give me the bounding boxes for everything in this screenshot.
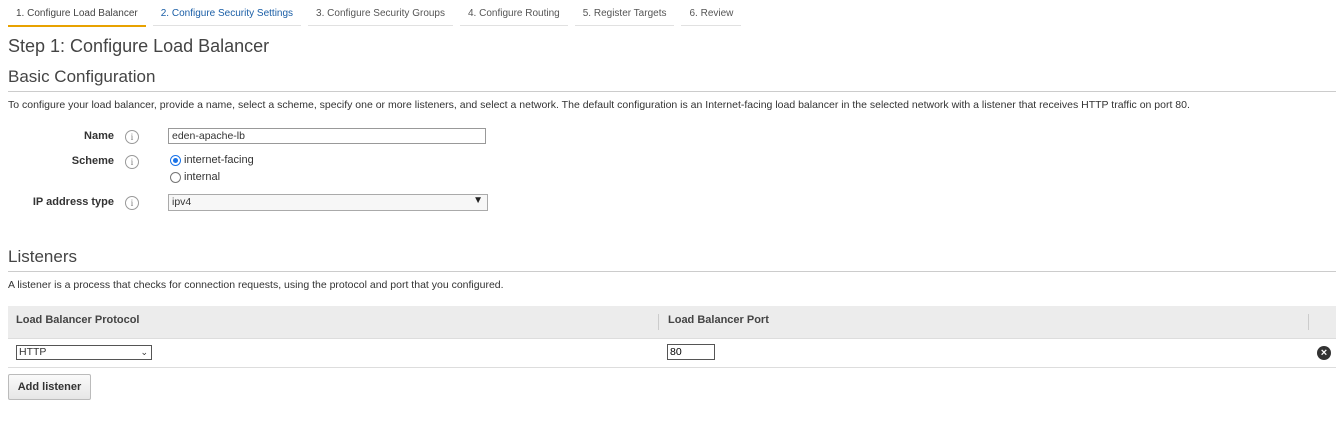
table-row: HTTP ⌄ × (8, 339, 1336, 368)
radio-label: internal (184, 171, 221, 183)
listeners-heading: Listeners (8, 247, 77, 266)
select-value: HTTP (19, 346, 47, 358)
listeners-table-header: Load Balancer Protocol Load Balancer Por… (8, 306, 1336, 339)
ip-address-type-select[interactable]: ipv4 ▼ (168, 194, 488, 211)
wizard-tabs: 1. Configure Load Balancer 2. Configure … (8, 0, 748, 27)
tab-configure-security-settings[interactable]: 2. Configure Security Settings (152, 0, 302, 26)
scheme-option-internal[interactable]: internal (170, 171, 220, 183)
info-icon[interactable]: i (125, 130, 139, 144)
name-input[interactable] (168, 128, 486, 144)
tab-configure-security-groups[interactable]: 3. Configure Security Groups (308, 0, 453, 26)
tab-review[interactable]: 6. Review (681, 0, 742, 26)
tab-configure-routing[interactable]: 4. Configure Routing (460, 0, 568, 26)
radio-label: internet-facing (184, 154, 254, 166)
page-title: Step 1: Configure Load Balancer (8, 36, 270, 56)
radio-internet-facing[interactable] (170, 154, 181, 166)
name-label: Name (84, 130, 114, 142)
info-icon[interactable]: i (125, 155, 139, 169)
tab-configure-load-balancer[interactable]: 1. Configure Load Balancer (8, 0, 146, 27)
scheme-option-internet-facing[interactable]: internet-facing (170, 154, 254, 166)
section-divider (8, 271, 1336, 272)
column-separator (658, 314, 659, 330)
add-listener-button[interactable]: Add listener (8, 374, 91, 400)
remove-listener-icon[interactable]: × (1317, 346, 1331, 360)
listeners-description: A listener is a process that checks for … (8, 279, 504, 291)
radio-internal[interactable] (170, 171, 181, 183)
info-icon[interactable]: i (125, 196, 139, 210)
select-value: ipv4 (172, 196, 192, 208)
section-divider (8, 91, 1336, 92)
port-input[interactable] (667, 344, 715, 360)
column-header-port: Load Balancer Port (668, 314, 769, 326)
column-header-protocol: Load Balancer Protocol (16, 314, 140, 326)
chevron-down-icon: ⌄ (140, 347, 148, 357)
basic-configuration-heading: Basic Configuration (8, 67, 156, 86)
ip-address-type-label: IP address type (32, 196, 114, 208)
basic-configuration-description: To configure your load balancer, provide… (8, 99, 1190, 111)
tab-register-targets[interactable]: 5. Register Targets (574, 0, 675, 26)
chevron-down-icon: ▼ (473, 195, 483, 206)
column-separator (1308, 314, 1309, 330)
protocol-select[interactable]: HTTP ⌄ (16, 345, 152, 360)
scheme-label: Scheme (71, 155, 114, 167)
